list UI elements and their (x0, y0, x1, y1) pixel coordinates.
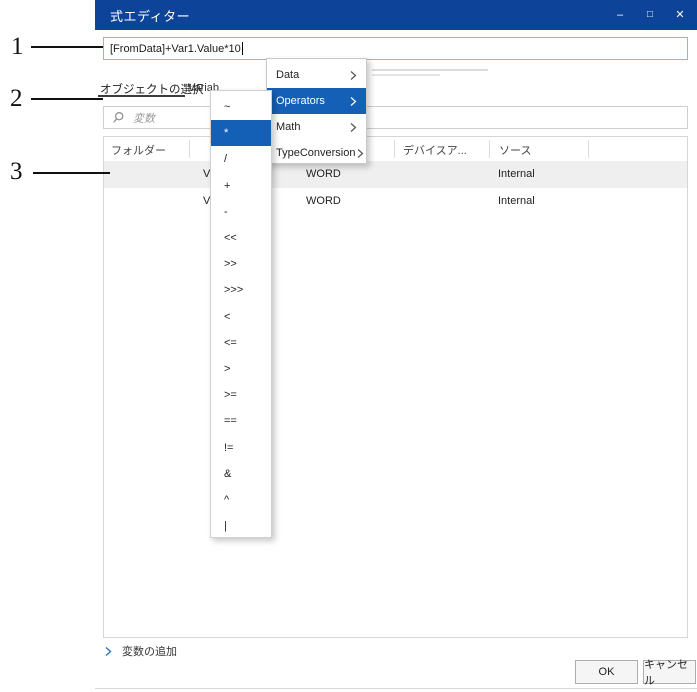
submenu-item-eq[interactable]: == (211, 408, 271, 434)
titlebar[interactable]: 式エディター – □ ✕ (95, 0, 697, 30)
table-row[interactable]: V WORD Internal (104, 188, 687, 215)
expression-input[interactable]: [FromData]+Var1.Value*10 (103, 37, 688, 60)
column-separator (189, 140, 190, 158)
column-separator (394, 140, 395, 158)
expression-text: [FromData]+Var1.Value*10 (110, 43, 241, 55)
menu-item-math[interactable]: Math (267, 114, 366, 140)
context-menu: Data Operators Math TypeConversion (266, 58, 367, 164)
annotation-number-3: 3 (10, 158, 23, 186)
operators-submenu: ~ * / + - << >> >>> < <= > >= == != & ^ … (210, 90, 272, 538)
cancel-button[interactable]: キャンセル (643, 660, 696, 684)
menu-item-data[interactable]: Data (267, 62, 366, 88)
cell-source: Internal (498, 168, 535, 180)
table-row[interactable]: V WORD Internal (104, 161, 687, 188)
add-variable-link[interactable]: 変数の追加 (103, 643, 177, 659)
annotation-line-3 (33, 172, 110, 174)
bottom-separator (95, 688, 697, 689)
submenu-item-divide[interactable]: / (211, 146, 271, 172)
submenu-item-bitxor[interactable]: ^ (211, 487, 271, 513)
object-select-underline (98, 95, 185, 97)
screenshot-canvas: 1 2 3 式エディター – □ ✕ [FromData]+Var1.Value… (0, 0, 697, 692)
close-icon[interactable]: ✕ (673, 0, 687, 30)
menu-item-operators[interactable]: Operators (267, 88, 366, 114)
submenu-item-multiply[interactable]: * (211, 120, 271, 146)
column-separator (588, 140, 589, 158)
menu-item-typeconversion[interactable]: TypeConversion (267, 140, 366, 166)
submenu-item-shr[interactable]: >> (211, 251, 271, 277)
search-placeholder: 変数 (133, 110, 155, 126)
submenu-item-bitand[interactable]: & (211, 461, 271, 487)
menu-item-label: Math (276, 121, 300, 133)
submenu-item-gt[interactable]: > (211, 356, 271, 382)
column-header-source[interactable]: ソース (499, 142, 531, 158)
column-header-device-address[interactable]: デバイスア... (403, 142, 467, 158)
submenu-item-bitnot[interactable]: ~ (211, 94, 271, 120)
submenu-item-lt[interactable]: < (211, 304, 271, 330)
cell-type: WORD (306, 168, 341, 180)
annotation-line-1 (31, 46, 103, 48)
submenu-item-ne[interactable]: != (211, 434, 271, 460)
variables-table: フォルダー デバイスア... ソース V WORD Internal V WOR… (103, 136, 688, 638)
add-variable-label: 変数の追加 (122, 643, 177, 659)
chevron-right-icon (349, 70, 358, 81)
table-header-row: フォルダー デバイスア... ソース (104, 137, 687, 161)
submenu-item-shl[interactable]: << (211, 225, 271, 251)
annotation-line-2 (31, 98, 103, 100)
submenu-item-bitor[interactable]: | (211, 513, 271, 539)
search-input[interactable]: 変数 (103, 106, 688, 129)
chevron-right-icon (349, 122, 358, 133)
menu-item-label: Operators (276, 95, 325, 107)
cell-source: Internal (498, 195, 535, 207)
annotation-number-1: 1 (11, 33, 24, 61)
window-title: 式エディター (110, 6, 190, 25)
menu-item-label: TypeConversion (276, 147, 356, 159)
submenu-item-minus[interactable]: - (211, 199, 271, 225)
menu-item-label: Data (276, 69, 299, 81)
maximize-icon[interactable]: □ (643, 0, 657, 30)
column-separator (489, 140, 490, 158)
submenu-item-plus[interactable]: + (211, 173, 271, 199)
chevron-right-icon (356, 148, 365, 159)
submenu-item-ushr[interactable]: >>> (211, 277, 271, 303)
submenu-item-le[interactable]: <= (211, 330, 271, 356)
minimize-icon[interactable]: – (613, 0, 627, 30)
resize-grip-line (372, 69, 488, 71)
column-header-folder[interactable]: フォルダー (111, 142, 166, 158)
ok-button[interactable]: OK (575, 660, 638, 684)
search-icon (112, 111, 125, 124)
annotation-number-2: 2 (10, 85, 23, 113)
cell-type: WORD (306, 195, 341, 207)
text-caret (242, 42, 243, 55)
chevron-right-icon (349, 96, 358, 107)
chevron-right-icon (103, 646, 113, 657)
resize-grip-line (372, 74, 440, 76)
submenu-item-ge[interactable]: >= (211, 382, 271, 408)
expression-editor-dialog: 式エディター – □ ✕ [FromData]+Var1.Value*10 オブ… (95, 0, 697, 692)
